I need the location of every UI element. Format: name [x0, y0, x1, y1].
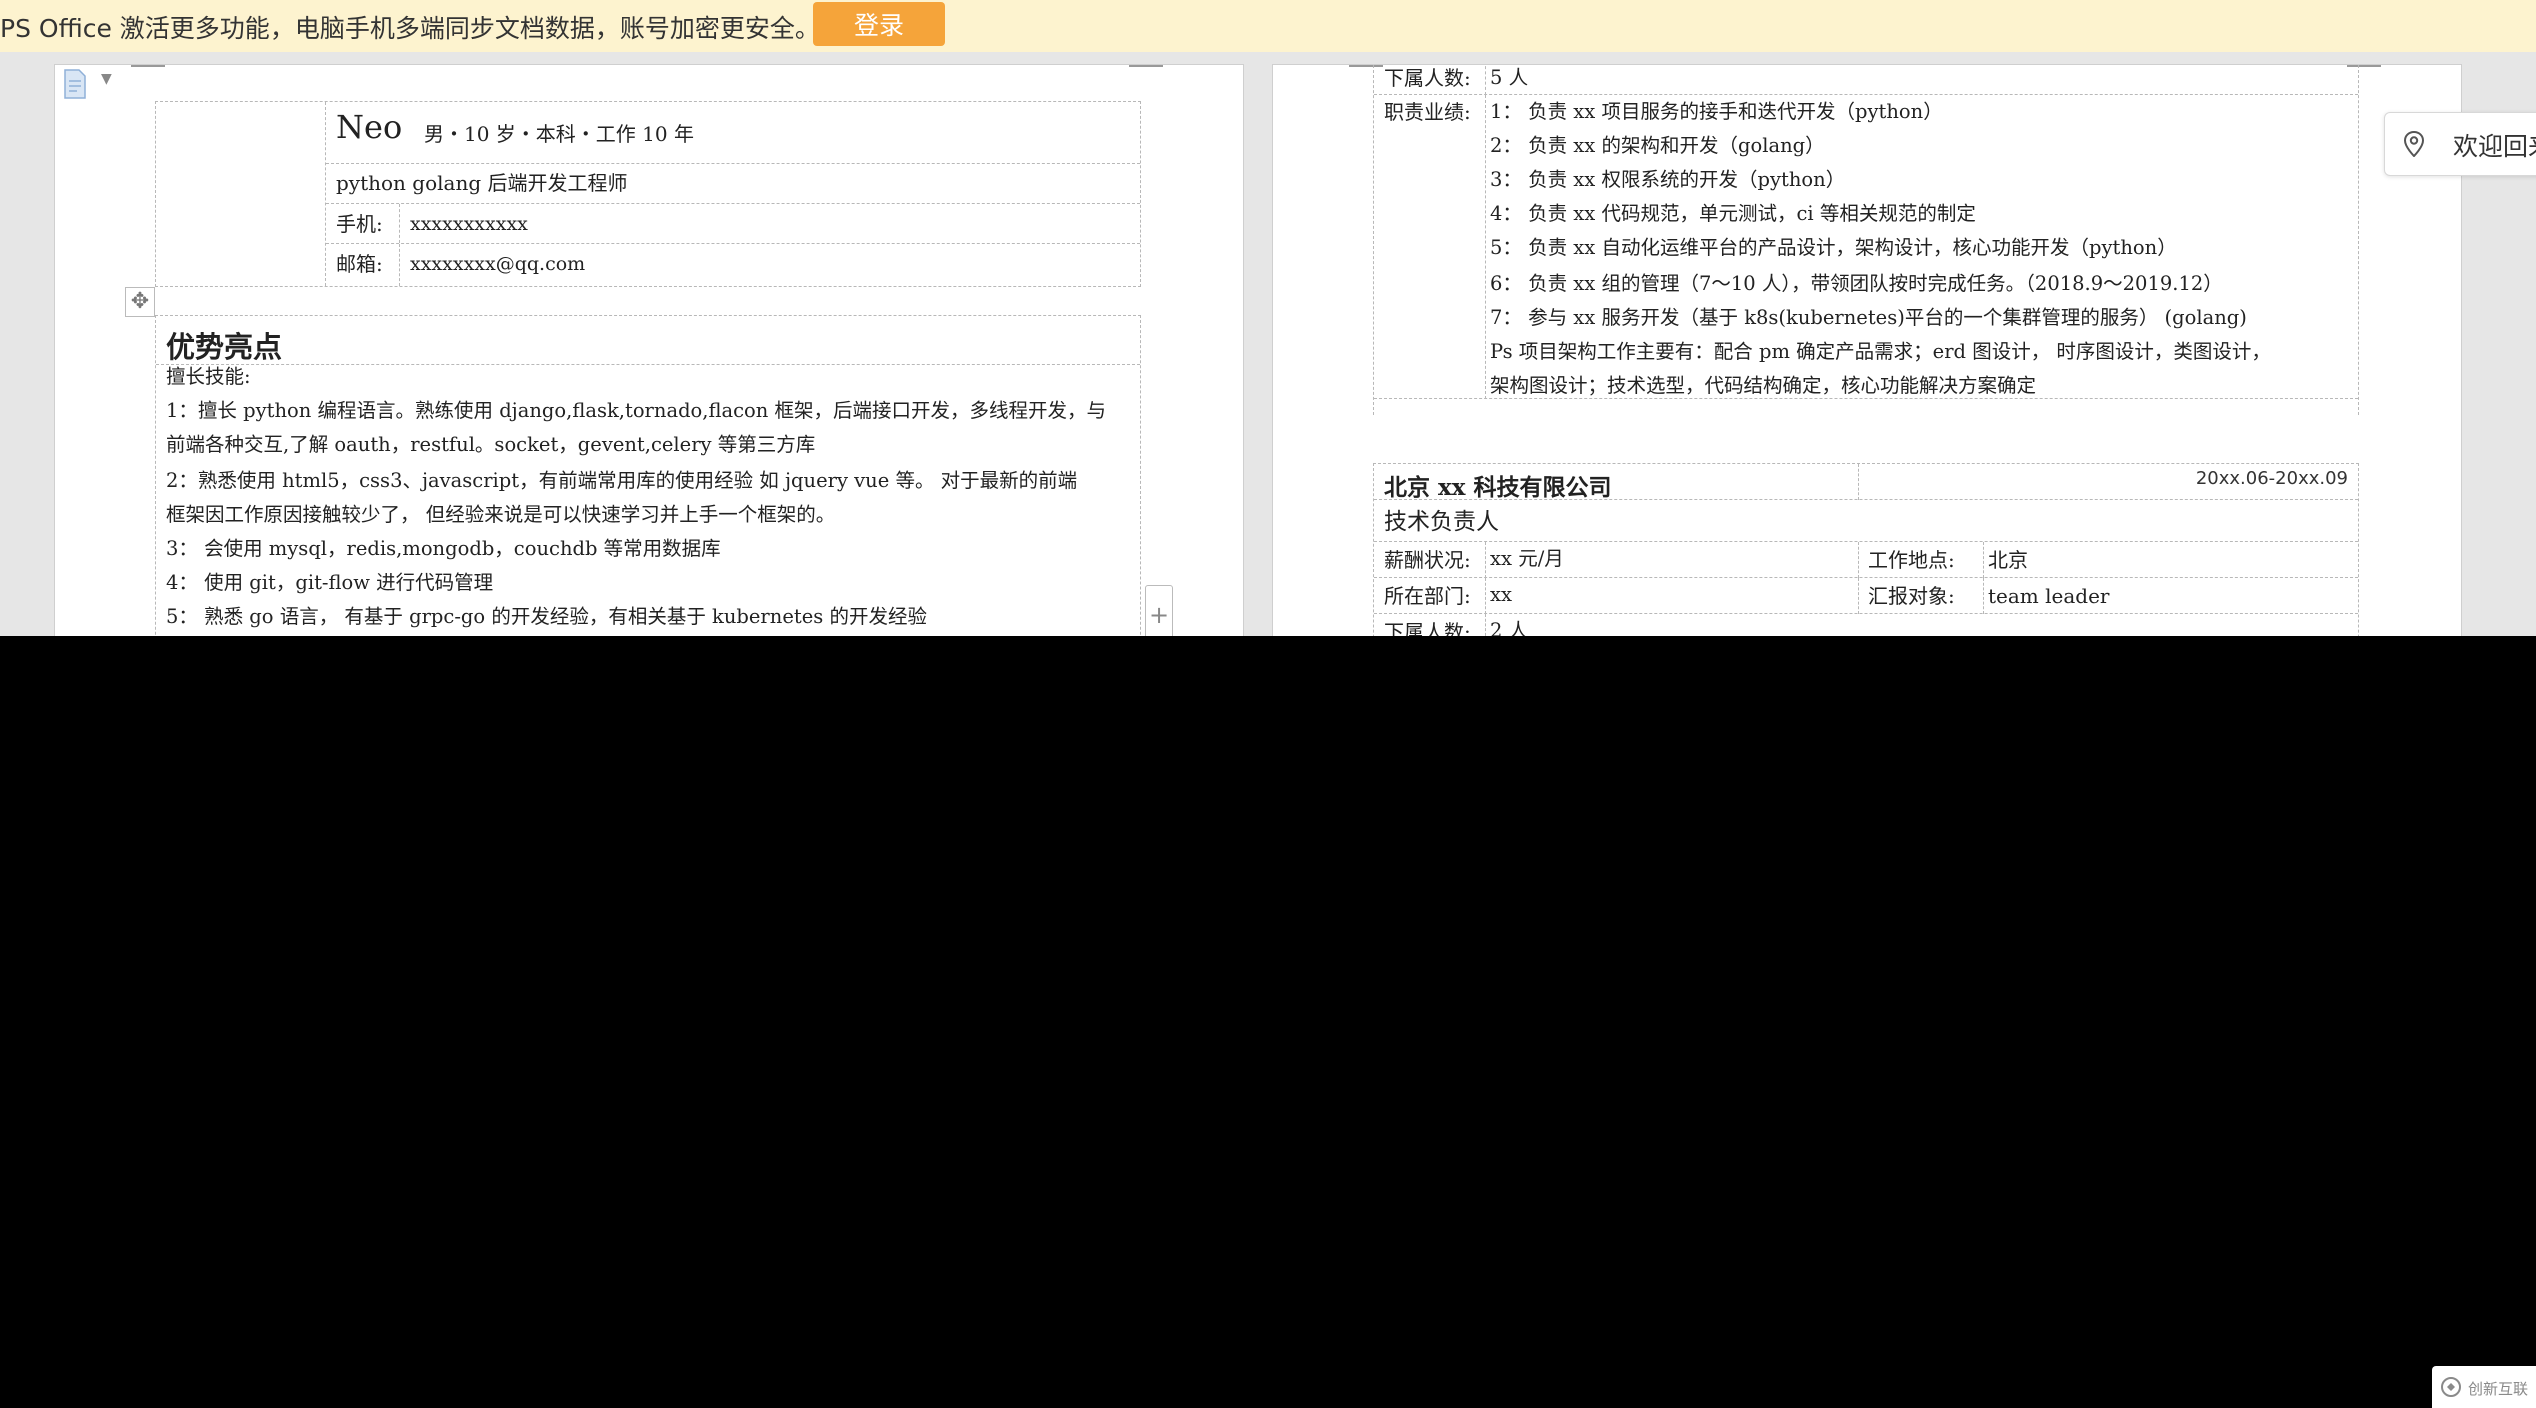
resume-header-table: Neo 男・10 岁・本科・工作 10 年 python golang 后端开发…	[155, 101, 1141, 287]
salary-label: 薪酬状况:	[1374, 542, 1486, 578]
watermark: 创新互联	[2432, 1366, 2536, 1408]
strengths-section: 优势亮点 擅长技能: 1：擅长 python 编程语言。熟练使用 django,…	[155, 315, 1141, 636]
duty-line: 架构图设计；技术选型，代码结构确定，核心功能解决方案确定	[1490, 374, 2037, 397]
email-value: xxxxxxxx@qq.com	[410, 253, 586, 275]
duty-line: 7： 参与 xx 服务开发（基于 k8s(kubernetes)平台的一个集群管…	[1490, 306, 2247, 329]
location-pin-icon	[2403, 131, 2425, 157]
skill-line: 1：擅长 python 编程语言。熟练使用 django,flask,torna…	[166, 399, 1107, 422]
dept-value: xx	[1490, 583, 1512, 606]
watermark-text: 创新互联	[2468, 1380, 2529, 1398]
target-position: python golang 后端开发工程师	[336, 171, 628, 195]
phone-row: 手机: xxxxxxxxxxx	[326, 204, 1140, 244]
reports-label-2: 下属人数:	[1374, 614, 1486, 636]
job-table-2: 北京 xx 科技有限公司 20xx.06-20xx.09 技术负责人 薪酬状况:…	[1373, 463, 2359, 636]
job-table-1: 下属人数: 5 人 职责业绩: 1： 负责 xx 项目服务的接手和迭代开发（py…	[1373, 65, 2359, 415]
reports-value-2: 2 人	[1490, 619, 1529, 636]
reports-label: 下属人数:	[1374, 65, 1486, 95]
table-move-handle-icon[interactable]: ✥	[125, 287, 155, 317]
skill-line: 4： 使用 git，git-flow 进行代码管理	[166, 571, 494, 594]
company-row: 北京 xx 科技有限公司 20xx.06-20xx.09	[1374, 464, 2358, 501]
reports-value: 5 人	[1490, 66, 1529, 89]
add-row-button[interactable]: +	[1145, 585, 1173, 636]
reports-row-2: 下属人数: 2 人	[1374, 614, 2358, 636]
skill-line: 3： 会使用 mysql，redis,mongodb，couchdb 等常用数据…	[166, 537, 721, 560]
skill-line: 前端各种交互,了解 oauth，restful。socket，gevent,ce…	[166, 433, 816, 456]
page-corner-mark	[131, 65, 165, 67]
name-row: Neo 男・10 岁・本科・工作 10 年	[326, 102, 1140, 164]
phone-label: 手机:	[326, 204, 400, 243]
column-divider	[1858, 578, 1859, 614]
phone-value: xxxxxxxxxxx	[410, 213, 528, 235]
role-row: 技术负责人	[1374, 500, 2358, 542]
reports-row: 下属人数: 5 人	[1374, 65, 2358, 95]
duty-line: Ps 项目架构工作主要有：配合 pm 确定产品需求；erd 图设计， 时序图设计…	[1490, 340, 2271, 363]
candidate-name: Neo	[336, 108, 403, 146]
login-banner: PS Office 激活更多功能，电脑手机多端同步文档数据，账号加密更安全。 登…	[0, 0, 2536, 52]
candidate-meta: 男・10 岁・本科・工作 10 年	[424, 122, 694, 146]
skill-line: 5： 熟悉 go 语言， 有基于 grpc-go 的开发经验，有相关基于 kub…	[166, 605, 927, 628]
company-name: 北京 xx 科技有限公司	[1384, 474, 1612, 501]
document-page-right: 下属人数: 5 人 职责业绩: 1： 负责 xx 项目服务的接手和迭代开发（py…	[1272, 64, 2462, 636]
welcome-back-panel[interactable]: 欢迎回来	[2384, 112, 2536, 176]
watermark-logo-icon	[2441, 1377, 2461, 1397]
duty-line: 1： 负责 xx 项目服务的接手和迭代开发（python）	[1490, 100, 1943, 123]
skills-heading: 擅长技能:	[166, 365, 251, 388]
document-workspace: ▼ Neo 男・10 岁・本科・工作 10 年 python golang 后端…	[0, 52, 2536, 636]
document-icon[interactable]	[63, 69, 87, 99]
position-row: python golang 后端开发工程师	[326, 164, 1140, 204]
banner-text: PS Office 激活更多功能，电脑手机多端同步文档数据，账号加密更安全。	[0, 14, 820, 43]
skill-line: 2：熟悉使用 html5，css3、javascript，有前端常用库的使用经验…	[166, 469, 1078, 492]
salary-value: xx 元/月	[1490, 547, 1564, 570]
salary-row: 薪酬状况: xx 元/月 工作地点: 北京	[1374, 542, 2358, 578]
report-to-label: 汇报对象:	[1868, 578, 1984, 614]
column-divider	[1858, 464, 1859, 500]
welcome-text: 欢迎回来	[2453, 132, 2536, 161]
skill-line: 框架因工作原因接触较少了， 但经验来说是可以快速学习并上手一个框架的。	[166, 503, 836, 526]
location-label: 工作地点:	[1868, 542, 1984, 578]
dept-label: 所在部门:	[1374, 578, 1486, 614]
location-value: 北京	[1988, 548, 2028, 572]
chevron-down-icon[interactable]: ▼	[101, 71, 112, 87]
email-label: 邮箱:	[326, 244, 400, 286]
document-page-left: ▼ Neo 男・10 岁・本科・工作 10 年 python golang 后端…	[54, 64, 1244, 636]
login-button[interactable]: 登录	[813, 2, 945, 46]
employment-period: 20xx.06-20xx.09	[2195, 468, 2348, 489]
duty-line: 3： 负责 xx 权限系统的开发（python）	[1490, 168, 1846, 191]
email-row: 邮箱: xxxxxxxx@qq.com	[326, 244, 1140, 286]
photo-cell	[156, 102, 326, 286]
dept-row: 所在部门: xx 汇报对象: team leader	[1374, 578, 2358, 614]
duties-label: 职责业绩:	[1374, 95, 1486, 399]
duty-line: 4： 负责 xx 代码规范，单元测试，ci 等相关规范的制定	[1490, 202, 1976, 225]
page-corner-mark	[1129, 65, 1163, 67]
job-role: 技术负责人	[1384, 509, 1499, 535]
duty-line: 6： 负责 xx 组的管理（7～10 人），带领团队按时完成任务。（2018.9…	[1490, 272, 2223, 295]
duty-line: 5： 负责 xx 自动化运维平台的产品设计，架构设计，核心功能开发（python…	[1490, 236, 2177, 259]
report-to-value: team leader	[1988, 584, 2110, 608]
column-divider	[1858, 542, 1859, 578]
duty-line: 2： 负责 xx 的架构和开发（golang）	[1490, 134, 1825, 157]
duties-row: 职责业绩: 1： 负责 xx 项目服务的接手和迭代开发（python） 2： 负…	[1374, 95, 2358, 399]
